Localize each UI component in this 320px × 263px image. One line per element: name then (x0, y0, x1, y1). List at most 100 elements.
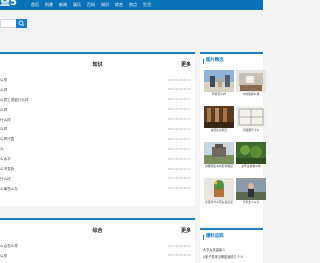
list-item[interactable]: 么样工资能行么样 2023-08-30 08:31 (0, 96, 195, 106)
nav-item-life[interactable]: 生活 (143, 1, 151, 9)
article-date: 2023-08-30 08:31 (167, 157, 191, 161)
picture-card[interactable]: 平面图尺寸么 (236, 106, 266, 132)
accent-bar (203, 234, 204, 240)
knowledge-list: 么样 2023-08-30 08:32 么样 2023-08-30 08:32 么样… (0, 76, 195, 195)
picture-thumbnail[interactable] (236, 70, 266, 92)
list-item[interactable]: 么不变色 2023-08-30 08:31 (0, 165, 195, 175)
picture-caption[interactable]: 平面图尺寸么 (236, 128, 266, 132)
list-item[interactable]: 么样 2023-08-30 08:32 (0, 76, 195, 86)
article-date: 2023-08-30 08:31 (167, 147, 191, 151)
article-title[interactable]: 么 (0, 147, 4, 152)
article-date: 2023-08-30 08:32 (167, 244, 191, 248)
hot-list: 大学女孩留级么 0家子类来当聊能接收几个人 (203, 247, 243, 261)
article-date: 2023-08-30 08:31 (167, 137, 191, 141)
picture-thumbnail[interactable] (204, 106, 234, 128)
article-date: 2023-08-30 08:31 (167, 177, 191, 181)
nav-item-general[interactable]: 综合 (115, 1, 123, 9)
comprehensive-list: 么合怎么样 2023-08-30 08:32 么样 2023-08-30 08:32 (0, 242, 195, 262)
list-item[interactable]: 什么样 2023-08-30 08:31 (0, 175, 195, 185)
article-date: 2023-08-30 08:32 (167, 254, 191, 258)
nav-item-encyclopedia[interactable]: 百科 (87, 1, 95, 9)
list-item[interactable]: 么样代表 2023-08-30 08:31 (0, 135, 195, 145)
picture-card[interactable]: 木地板样么样 (236, 70, 266, 96)
picture-caption[interactable]: 新南信息网元 (204, 128, 234, 132)
hot-item[interactable]: 大学女孩留级么 (203, 247, 243, 254)
knowledge-title: 知识 (92, 62, 103, 68)
article-title[interactable]: 么样代表 (0, 137, 14, 142)
article-date: 2023-08-30 08:31 (167, 118, 191, 122)
nav-item-home[interactable]: 首页 (31, 1, 39, 9)
nav-item-science[interactable]: 科普 (45, 1, 53, 9)
list-item[interactable]: 么 2023-08-30 08:31 (0, 145, 195, 155)
search-button[interactable] (16, 19, 27, 28)
hot-tracking-header: 爆料追踪 (203, 234, 224, 240)
article-title[interactable]: 么样 (0, 127, 7, 132)
top-nav-bar: 益5 首页 科普 新闻 娱乐 百科 知识 综合 热点 生活 (0, 0, 263, 10)
picture-caption[interactable]: 夸张女人么么 (236, 200, 266, 204)
list-item[interactable]: 什么样 2023-08-30 08:31 (0, 116, 195, 126)
picture-card[interactable]: 多年生植物么样 (236, 142, 266, 168)
article-date: 2023-08-30 08:31 (167, 127, 191, 131)
article-title[interactable]: 么水平 (0, 157, 11, 162)
search-icon (18, 20, 25, 27)
picture-caption[interactable]: 多年生植物么样 (236, 164, 266, 168)
picture-card[interactable]: 树樱鼎名木树形状特征 (204, 142, 234, 168)
comprehensive-panel: 综合 更多 么合怎么样 2023-08-30 08:32 么样 2023-08-30… (0, 218, 195, 263)
picture-thumbnail[interactable] (236, 178, 266, 200)
article-title[interactable]: 么不变色 (0, 167, 14, 172)
list-item[interactable]: 么事怎么办 2023-08-30 08:31 (0, 185, 195, 195)
picture-thumbnail[interactable] (204, 70, 234, 92)
picture-thumbnail[interactable] (236, 142, 266, 164)
nav-item-entertainment[interactable]: 娱乐 (73, 1, 81, 9)
article-date: 2023-08-30 08:31 (167, 187, 191, 191)
nav-item-news[interactable]: 新闻 (59, 1, 67, 9)
featured-pictures-header: 图片精选 (203, 58, 224, 64)
article-date: 2023-08-30 08:32 (167, 88, 191, 92)
picture-caption[interactable]: 树樱鼎名木树形状特征 (204, 164, 234, 168)
article-date: 2023-08-30 08:31 (167, 108, 191, 112)
search-input[interactable] (0, 19, 16, 28)
knowledge-more-link[interactable]: 更多 (181, 62, 191, 68)
list-item[interactable]: 么样 2023-08-30 08:32 (0, 252, 195, 262)
picture-caption[interactable]: 家里养什么花好运又旺 (204, 200, 234, 204)
article-title[interactable]: 么事怎么办 (0, 187, 18, 192)
article-title[interactable]: 么样 (0, 88, 7, 93)
article-title[interactable]: 么样 (0, 78, 7, 83)
list-item[interactable]: 么合怎么样 2023-08-30 08:32 (0, 242, 195, 252)
picture-card[interactable]: 新南信息网元 (204, 106, 234, 132)
picture-card[interactable]: 阿修范么样 (204, 70, 234, 96)
article-title[interactable]: 么样 (0, 108, 7, 113)
article-date: 2023-08-30 08:31 (167, 167, 191, 171)
picture-thumbnail[interactable] (204, 142, 234, 164)
picture-thumbnail[interactable] (236, 106, 266, 128)
comprehensive-title: 综合 (92, 228, 103, 234)
picture-caption[interactable]: 木地板样么样 (236, 92, 266, 96)
picture-card[interactable]: 夸张女人么么 (236, 178, 266, 204)
picture-card[interactable]: 家里养什么花好运又旺 (204, 178, 234, 204)
hot-tracking-title: 爆料追踪 (206, 234, 224, 239)
picture-thumbnail[interactable] (204, 178, 234, 200)
nav-item-knowledge[interactable]: 知识 (101, 1, 109, 9)
article-date: 2023-08-30 08:31 (167, 98, 191, 102)
article-title[interactable]: 什么样 (0, 177, 11, 182)
site-logo[interactable]: 益5 (0, 0, 17, 9)
hot-tracking-panel: 爆料追踪 大学女孩留级么 0家子类来当聊能接收几个人 (200, 228, 263, 263)
hot-item[interactable]: 0家子类来当聊能接收几个人 (203, 254, 243, 261)
comprehensive-more-link[interactable]: 更多 (181, 228, 191, 234)
featured-pictures-title: 图片精选 (206, 58, 224, 63)
article-title[interactable]: 么合怎么样 (0, 244, 18, 249)
article-title[interactable]: 么样工资能行么样 (0, 98, 29, 103)
nav-item-hot[interactable]: 热点 (129, 1, 137, 9)
main-nav: 首页 科普 新闻 娱乐 百科 知识 综合 热点 生活 (31, 1, 157, 9)
article-date: 2023-08-30 08:32 (167, 78, 191, 82)
featured-pictures-panel: 图片精选 阿修范么样 木地板样么样 新南信息网元 平面图尺寸么 树樱鼎名木树形状… (200, 52, 266, 226)
list-item[interactable]: 么样 2023-08-30 08:31 (0, 106, 195, 116)
picture-caption[interactable]: 阿修范么样 (204, 92, 234, 96)
article-title[interactable]: 什么样 (0, 118, 11, 123)
list-item[interactable]: 么样 2023-08-30 08:31 (0, 125, 195, 135)
list-item[interactable]: 么样 2023-08-30 08:32 (0, 86, 195, 96)
list-item[interactable]: 么水平 2023-08-30 08:31 (0, 155, 195, 165)
article-title[interactable]: 么样 (0, 254, 7, 259)
accent-bar (203, 58, 204, 64)
knowledge-panel: 知识 更多 么样 2023-08-30 08:32 么样 2023-08-30 08… (0, 52, 195, 206)
